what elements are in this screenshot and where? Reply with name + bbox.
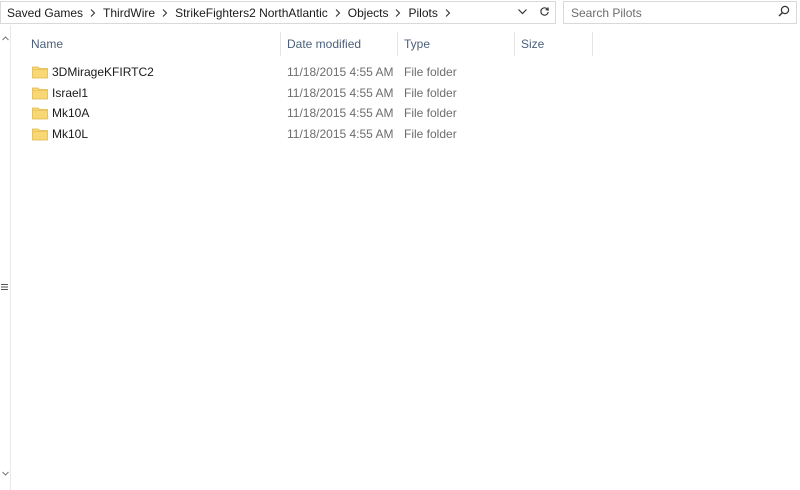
- file-name: Mk10L: [52, 126, 89, 141]
- file-list: 3DMirageKFIRTC2 11/18/2015 4:55 AM File …: [25, 62, 595, 144]
- file-type: File folder: [404, 65, 457, 80]
- search-box[interactable]: [563, 1, 797, 24]
- file-date-modified: 11/18/2015 4:55 AM: [287, 106, 394, 121]
- chevron-right-icon[interactable]: [86, 6, 100, 20]
- chevron-right-icon[interactable]: [158, 6, 172, 20]
- address-dropdown-button[interactable]: [511, 2, 533, 23]
- column-header-size[interactable]: Size: [515, 32, 593, 56]
- search-icon[interactable]: [778, 5, 790, 20]
- breadcrumb-objects[interactable]: Objects: [345, 6, 392, 20]
- file-name: Mk10A: [52, 106, 90, 121]
- address-bar[interactable]: Saved Games ThirdWire StrikeFighters2 No…: [0, 1, 556, 24]
- file-date-modified: 11/18/2015 4:55 AM: [287, 65, 394, 80]
- chevron-down-icon: [517, 6, 528, 20]
- file-type: File folder: [404, 85, 457, 100]
- column-header-name[interactable]: Name: [25, 32, 281, 56]
- scroll-down-icon[interactable]: [1, 469, 10, 478]
- breadcrumb: Saved Games ThirdWire StrikeFighters2 No…: [4, 6, 511, 20]
- file-row[interactable]: Mk10A 11/18/2015 4:55 AM File folder: [25, 103, 595, 124]
- refresh-button[interactable]: [533, 2, 555, 23]
- navigation-pane[interactable]: [0, 25, 11, 490]
- file-row[interactable]: Mk10L 11/18/2015 4:55 AM File folder: [25, 124, 595, 145]
- breadcrumb-strikefighters2[interactable]: StrikeFighters2 NorthAtlantic: [172, 6, 331, 20]
- breadcrumb-pilots[interactable]: Pilots: [405, 6, 440, 20]
- file-type: File folder: [404, 126, 457, 141]
- chevron-right-icon[interactable]: [441, 6, 455, 20]
- folder-icon: [32, 127, 48, 141]
- breadcrumb-thirdwire[interactable]: ThirdWire: [100, 6, 158, 20]
- file-date-modified: 11/18/2015 4:55 AM: [287, 85, 394, 100]
- column-header-date-modified[interactable]: Date modified: [281, 32, 398, 56]
- file-name: Israel1: [52, 85, 89, 100]
- column-header-type[interactable]: Type: [398, 32, 515, 56]
- folder-icon: [32, 65, 48, 79]
- chevron-right-icon[interactable]: [391, 6, 405, 20]
- refresh-icon: [539, 6, 550, 20]
- file-type: File folder: [404, 106, 457, 121]
- breadcrumb-saved-games[interactable]: Saved Games: [4, 6, 86, 20]
- search-input[interactable]: [571, 3, 778, 22]
- file-date-modified: 11/18/2015 4:55 AM: [287, 126, 394, 141]
- chevron-right-icon[interactable]: [331, 6, 345, 20]
- file-row[interactable]: 3DMirageKFIRTC2 11/18/2015 4:55 AM File …: [25, 62, 595, 83]
- file-row[interactable]: Israel1 11/18/2015 4:55 AM File folder: [25, 83, 595, 104]
- scroll-up-icon[interactable]: [1, 34, 10, 43]
- grip-icon[interactable]: [0, 282, 10, 292]
- folder-icon: [32, 106, 48, 120]
- folder-icon: [32, 86, 48, 100]
- file-name: 3DMirageKFIRTC2: [52, 65, 154, 80]
